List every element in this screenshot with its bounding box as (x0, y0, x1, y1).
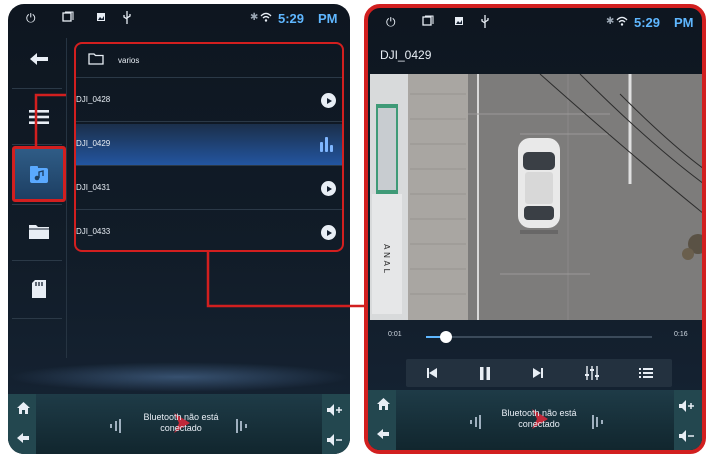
music-source-button[interactable] (12, 146, 66, 202)
sd-card-button[interactable] (16, 266, 62, 312)
file-name: DJI_0431 (76, 183, 111, 192)
divider (12, 318, 62, 319)
sidebar-divider-vertical (66, 38, 67, 358)
file-name: DJI_0433 (76, 227, 111, 236)
skip-next-icon (533, 368, 543, 378)
music-folder-icon (30, 166, 48, 183)
bluetooth-status-line1: Bluetooth não está (143, 412, 219, 422)
seek-thumb[interactable] (440, 331, 453, 343)
status-bar: ⏻ ✱ 5:29 PM (8, 4, 350, 34)
menu-icon (29, 110, 49, 124)
video-frame[interactable]: A N A L (370, 74, 702, 320)
divider (12, 88, 62, 89)
previous-button[interactable] (420, 363, 444, 383)
seek-bar[interactable] (426, 331, 652, 343)
pause-button[interactable] (473, 363, 497, 383)
home-icon[interactable] (17, 402, 30, 417)
skip-previous-icon (427, 368, 437, 378)
volume-down-icon[interactable] (327, 434, 343, 449)
bottom-dock: Bluetooth não está conectado (8, 394, 350, 454)
bluetooth-status: Bluetooth não está conectado (469, 408, 609, 430)
next-button[interactable] (526, 363, 550, 383)
photo-icon (454, 15, 464, 29)
back-icon[interactable] (17, 432, 30, 447)
equalizer-button[interactable] (580, 363, 604, 383)
aerial-street-scene: A N A L (370, 74, 702, 320)
bluetooth-status: Bluetooth não está conectado (111, 412, 251, 434)
play-icon[interactable] (321, 225, 336, 240)
file-name: DJI_0429 (76, 139, 111, 148)
time-total: 0:16 (674, 331, 688, 338)
time-elapsed: 0:01 (388, 331, 402, 338)
usb-icon (480, 15, 490, 31)
status-bar: ⏻ ✱ 5:29 PM (368, 8, 702, 38)
power-icon[interactable]: ⏻ (26, 11, 36, 25)
folder-row[interactable]: varios (76, 44, 342, 78)
folder-browser-button[interactable] (16, 208, 62, 254)
folder-label: varios (118, 56, 140, 65)
eq-settings-icon (585, 366, 599, 380)
playlist-button[interactable] (634, 363, 658, 383)
file-row-selected[interactable]: DJI_0429 (76, 124, 342, 166)
video-player-panel: ⏻ ✱ 5:29 PM DJI_0429 A N A L 0:01 0:16 B… (364, 4, 706, 454)
divider (12, 204, 62, 205)
bluetooth-status-line2: conectado (518, 419, 560, 429)
bluetooth-status-line1: Bluetooth não está (501, 408, 577, 418)
pause-icon (480, 366, 490, 380)
window-icon[interactable] (422, 15, 434, 30)
divider (12, 260, 62, 261)
equalizer-icon (320, 137, 336, 152)
car (518, 138, 560, 234)
volume-down-icon[interactable] (679, 430, 695, 445)
menu-button[interactable] (16, 94, 62, 140)
play-icon[interactable] (321, 93, 336, 108)
clock-ampm: PM (674, 15, 694, 30)
ambient-glow (8, 362, 350, 392)
power-icon[interactable]: ⏻ (386, 15, 396, 29)
play-icon[interactable] (321, 181, 336, 196)
file-name: DJI_0428 (76, 95, 111, 104)
back-arrow-icon (30, 53, 48, 65)
clock-time: 5:29 (278, 11, 305, 26)
back-button[interactable] (16, 36, 62, 82)
file-row[interactable]: DJI_0431 (76, 168, 342, 210)
photo-icon (96, 11, 106, 25)
video-title: DJI_0429 (380, 48, 432, 62)
bottom-dock: Bluetooth não está conectado (368, 390, 702, 450)
volume-up-icon[interactable] (679, 400, 695, 415)
file-browser-panel: ⏻ ✱ 5:29 PM varios DJI_0428 DJI_0429 DJI… (8, 4, 350, 454)
svg-text:A N A L: A N A L (382, 244, 391, 274)
file-row[interactable]: DJI_0433 (76, 212, 342, 254)
back-icon[interactable] (377, 428, 390, 443)
clock-time: 5:29 (634, 15, 661, 30)
folder-icon (88, 53, 104, 65)
bluetooth-status-line2: conectado (160, 423, 202, 433)
folder-icon (29, 224, 49, 239)
playlist-icon (639, 368, 653, 378)
playback-controls (406, 359, 672, 387)
wifi-icon (260, 11, 272, 25)
divider (12, 144, 62, 145)
volume-up-icon[interactable] (327, 404, 343, 419)
clock-ampm: PM (318, 11, 338, 26)
bluetooth-icon: ✱ (250, 12, 259, 23)
home-icon[interactable] (377, 398, 390, 413)
sd-card-icon (32, 280, 46, 298)
bluetooth-icon: ✱ (606, 16, 615, 27)
usb-icon (122, 11, 132, 27)
file-row[interactable]: DJI_0428 (76, 80, 342, 122)
window-icon[interactable] (62, 11, 74, 26)
wifi-icon (616, 15, 628, 29)
